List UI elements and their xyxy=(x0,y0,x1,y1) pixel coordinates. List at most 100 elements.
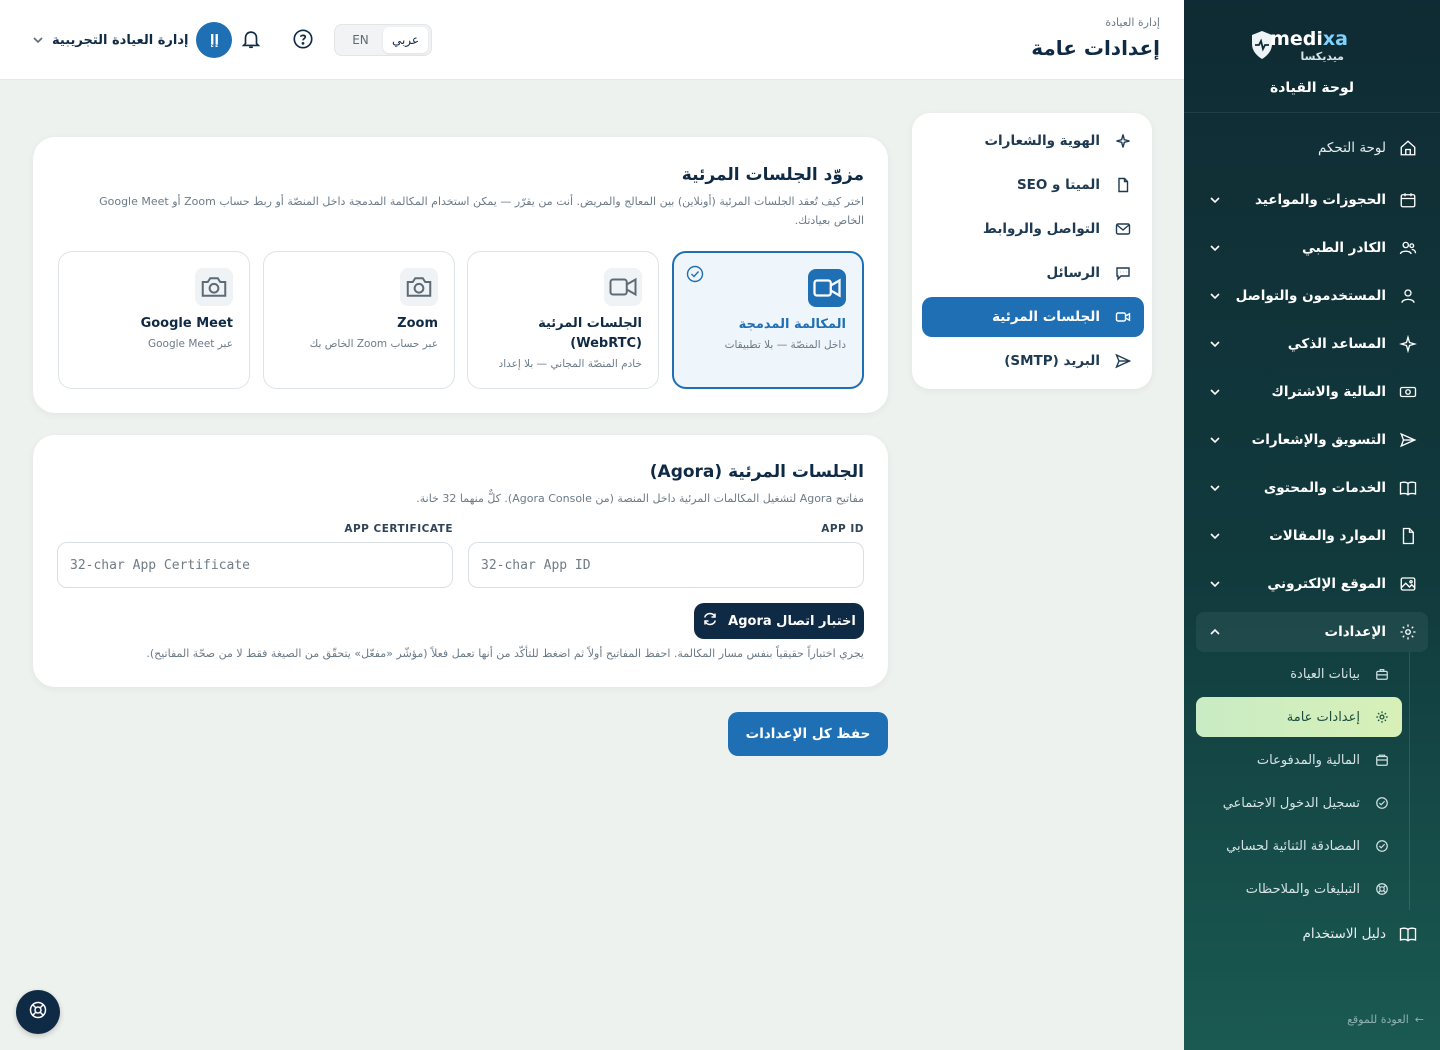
book-icon xyxy=(1398,478,1418,498)
brand-name: medixa xyxy=(1270,28,1348,50)
sidebar-divider xyxy=(1184,112,1440,113)
breadcrumb[interactable]: إدارة العيادة xyxy=(1105,16,1160,29)
help-circle-icon[interactable] xyxy=(290,26,316,52)
sidebar-subitem-two-factor[interactable]: المصادقة الثنائية لحسابي xyxy=(1196,826,1402,866)
sidebar-item-guide[interactable]: دليل الاستخدام xyxy=(1196,914,1428,954)
lifebuoy-icon xyxy=(28,1000,48,1024)
provider-subtitle: عبر Google Meet xyxy=(147,338,233,350)
lang-option-ar[interactable]: عربي xyxy=(383,27,428,53)
tab-contact-links[interactable]: التواصل والروابط xyxy=(922,209,1144,249)
sidebar-subitem-social-login[interactable]: تسجيل الدخول الاجتماعي xyxy=(1196,783,1402,823)
sidebar-subitem-payments[interactable]: المالية والمدفوعات xyxy=(1196,740,1402,780)
user-name: إدارة العيادة التجريبية xyxy=(52,32,189,48)
sidebar: medixa ميديكسا لوحة القيادة لوحة التحكم … xyxy=(1184,0,1440,1050)
provider-card-desc-line1: اختر كيف تُعقد الجلسات المرئية (أونلاين)… xyxy=(99,195,864,208)
page-title: إعدادات عامة xyxy=(1031,36,1160,60)
sidebar-item-users[interactable]: المستخدمون والتواصل xyxy=(1196,276,1428,316)
provider-option-webrtc[interactable]: الجلسات المرئية (WebRTC) خادم المنصّة ال… xyxy=(467,251,659,389)
camera-icon xyxy=(195,268,233,306)
save-all-settings-button[interactable]: حفظ كل الإعدادات xyxy=(728,712,888,756)
submenu-rail xyxy=(1409,652,1410,910)
sidebar-item-services[interactable]: الخدمات والمحتوى xyxy=(1196,468,1428,508)
lang-option-en[interactable]: EN xyxy=(338,27,383,53)
check-circle-icon xyxy=(1374,838,1390,854)
notifications-bell-icon[interactable] xyxy=(238,26,264,52)
tab-video-sessions[interactable]: الجلسات المرئية xyxy=(922,297,1144,337)
calendar-icon xyxy=(1398,190,1418,210)
sidebar-subitem-general-settings[interactable]: إعدادات عامة xyxy=(1196,697,1402,737)
sidebar-item-medical-staff[interactable]: الكادر الطبي xyxy=(1196,228,1428,268)
app-id-input[interactable] xyxy=(468,542,864,588)
provider-option-google-meet[interactable]: Google Meet عبر Google Meet xyxy=(58,251,250,389)
camera-icon xyxy=(400,268,438,306)
sidebar-item-website[interactable]: الموقع الإلكتروني xyxy=(1196,564,1428,604)
gear-icon xyxy=(1374,709,1390,725)
settings-tabs: الهوية والشعارات الميتا و SEO التواصل وا… xyxy=(912,113,1152,389)
back-to-site-link[interactable]: ← العودة للموقع xyxy=(1347,1013,1424,1026)
sidebar-item-bookings[interactable]: الحجوزات والمواعيد xyxy=(1196,180,1428,220)
file-icon xyxy=(1114,176,1132,194)
app-certificate-label: APP CERTIFICATE xyxy=(344,523,453,535)
mail-icon xyxy=(1114,220,1132,238)
test-agora-button[interactable]: اختبار اتصال Agora xyxy=(694,603,864,639)
provider-name: المكالمة المدمجة xyxy=(738,317,846,332)
user-icon xyxy=(1398,286,1418,306)
provider-option-zoom[interactable]: Zoom عبر حساب Zoom الخاص بك xyxy=(263,251,455,389)
avatar: إإ xyxy=(196,22,233,58)
sidebar-item-finance[interactable]: المالية والاشتراك xyxy=(1196,372,1428,412)
sidebar-item-settings[interactable]: الإعدادات xyxy=(1196,612,1428,652)
user-menu[interactable]: إدارة العيادة التجريبية إإ xyxy=(32,22,233,58)
language-switch[interactable]: EN عربي xyxy=(334,24,432,56)
tab-meta-seo[interactable]: الميتا و SEO xyxy=(922,165,1144,205)
tab-branding[interactable]: الهوية والشعارات xyxy=(922,121,1144,161)
book-icon xyxy=(1398,924,1418,944)
sidebar-subtitle: لوحة القيادة xyxy=(1269,80,1355,96)
sidebar-item-ai-assistant[interactable]: المساعد الذكي xyxy=(1196,324,1428,364)
chat-icon xyxy=(1114,264,1132,282)
sidebar-subitem-clinic-data[interactable]: بيانات العيادة xyxy=(1196,654,1402,694)
money-icon xyxy=(1398,382,1418,402)
sidebar-item-dashboard[interactable]: لوحة التحكم xyxy=(1196,128,1428,168)
video-provider-card: مزوّد الجلسات المرئية اختر كيف تُعقد الج… xyxy=(33,137,888,413)
chevron-down-icon xyxy=(1208,337,1222,351)
refresh-icon xyxy=(702,611,718,631)
video-icon xyxy=(604,268,642,306)
sparkles-icon xyxy=(1398,334,1418,354)
support-lifebuoy-button[interactable] xyxy=(16,990,60,1034)
chevron-down-icon xyxy=(1208,529,1222,543)
app-id-label: APP ID xyxy=(821,523,864,535)
chevron-up-icon xyxy=(1208,625,1222,639)
chevron-down-icon xyxy=(1208,433,1222,447)
agora-test-note: يجري اختباراً حقيقياً بنفس مسار المكالمة… xyxy=(146,647,864,660)
home-icon xyxy=(1398,138,1418,158)
tab-smtp[interactable]: البريد (SMTP) xyxy=(922,341,1144,381)
sidebar-item-resources[interactable]: الموارد والمقالات xyxy=(1196,516,1428,556)
sidebar-item-marketing[interactable]: التسويق والإشعارات xyxy=(1196,420,1428,460)
chevron-down-icon xyxy=(1208,385,1222,399)
lifebuoy-icon xyxy=(1374,881,1390,897)
chevron-down-icon xyxy=(1208,289,1222,303)
provider-subtitle: عبر حساب Zoom الخاص بك xyxy=(309,338,438,350)
gear-icon xyxy=(1398,622,1418,642)
topbar: إدارة العيادة إعدادات عامة إدارة العيادة… xyxy=(0,0,1184,80)
agora-card-title: الجلسات المرئية (Agora) xyxy=(649,462,864,482)
tab-messages[interactable]: الرسائل xyxy=(922,253,1144,293)
sidebar-subitem-reports[interactable]: التبليغات والملاحظات xyxy=(1196,869,1402,909)
provider-name: Zoom xyxy=(397,316,438,331)
send-icon xyxy=(1114,352,1132,370)
provider-option-embedded[interactable]: المكالمة المدمجة داخل المنصّة — بلا تطبي… xyxy=(672,251,864,389)
chevron-down-icon xyxy=(1208,577,1222,591)
chevron-down-icon xyxy=(1208,481,1222,495)
provider-card-title: مزوّد الجلسات المرئية xyxy=(681,165,864,185)
chevron-down-icon xyxy=(1208,193,1222,207)
provider-card-desc-line2: الخاص بعيادتك. xyxy=(794,214,864,227)
users-icon xyxy=(1398,238,1418,258)
building-icon xyxy=(1374,666,1390,682)
sparkle-icon xyxy=(1114,132,1132,150)
arrow-left-icon: ← xyxy=(1414,1013,1424,1026)
brand-arabic-name: ميديكسا xyxy=(1300,50,1344,63)
app-certificate-input[interactable] xyxy=(57,542,453,588)
check-circle-icon xyxy=(686,265,704,283)
provider-name: Google Meet xyxy=(140,316,233,331)
chevron-down-icon xyxy=(1208,241,1222,255)
